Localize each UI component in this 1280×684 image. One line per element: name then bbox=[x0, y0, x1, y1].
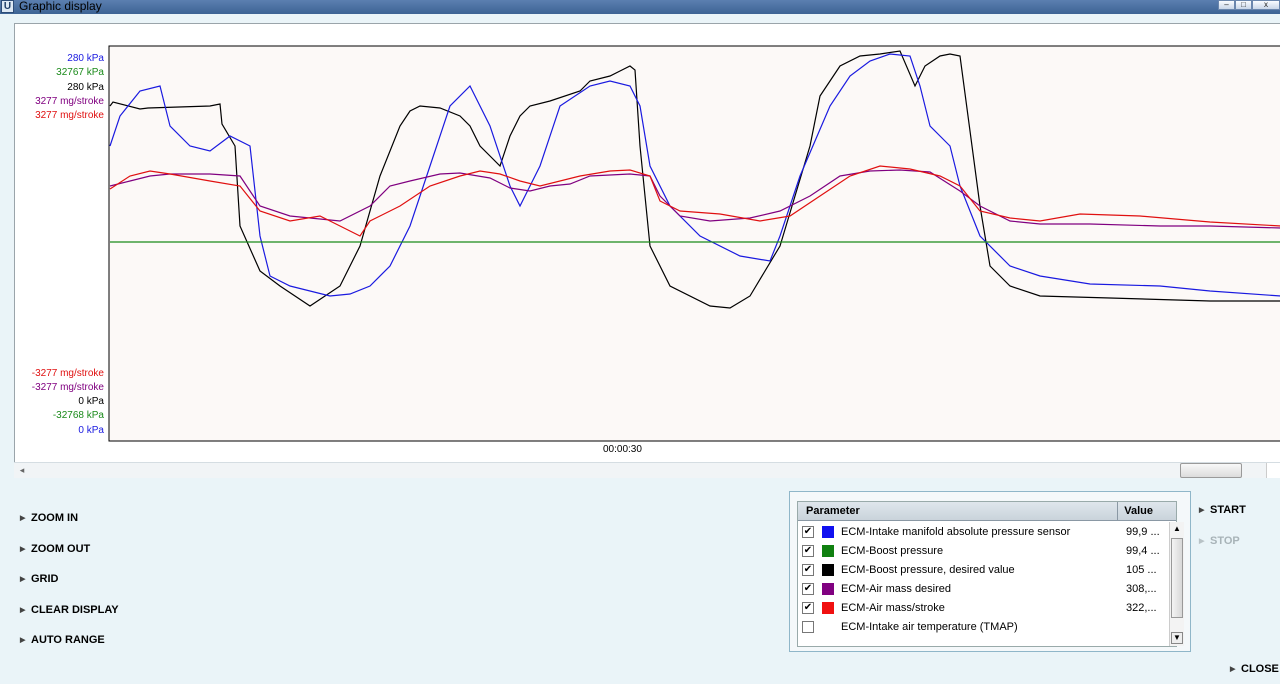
plot-frame bbox=[108, 45, 1280, 442]
y-label-top-2: 32767 kPa bbox=[56, 67, 104, 78]
parameter-table: Parameter Value ✔ ECM-Intake manifold ab… bbox=[797, 501, 1184, 647]
color-swatch bbox=[822, 601, 834, 614]
checkbox[interactable]: ✔ bbox=[802, 525, 814, 538]
scroll-thumb[interactable] bbox=[1171, 538, 1183, 618]
parameter-name: ECM-Boost pressure, desired value bbox=[841, 563, 1015, 576]
graph-panel: 280 kPa 32767 kPa 280 kPa 3277 mg/stroke… bbox=[14, 23, 1280, 463]
y-label-top-5: 3277 mg/stroke bbox=[35, 110, 104, 121]
auto-range-button[interactable]: ▶ AUTO RANGE bbox=[20, 634, 105, 646]
color-swatch bbox=[822, 544, 834, 557]
scroll-up-icon[interactable]: ▲ bbox=[1171, 524, 1183, 536]
stop-label: STOP bbox=[1210, 535, 1240, 547]
y-label-bottom-1: -3277 mg/stroke bbox=[31, 368, 104, 379]
parameter-name: ECM-Boost pressure bbox=[841, 544, 944, 557]
auto-range-label: AUTO RANGE bbox=[31, 634, 105, 646]
title-bar: U Graphic display – □ x bbox=[0, 0, 1280, 14]
checkbox[interactable] bbox=[802, 620, 814, 633]
grid-button[interactable]: ▶ GRID bbox=[20, 573, 59, 585]
parameter-row[interactable]: ECM-Intake air temperature (TMAP) bbox=[798, 617, 1170, 636]
plot-area bbox=[108, 45, 1280, 442]
close-button[interactable]: ▶ CLOSE bbox=[1230, 663, 1279, 675]
parameter-row[interactable]: ✔ ECM-Boost pressure, desired value 105 … bbox=[798, 560, 1170, 579]
header-value[interactable]: Value bbox=[1118, 502, 1176, 520]
arrow-right-icon: ▶ bbox=[1199, 507, 1205, 514]
color-swatch bbox=[822, 582, 834, 595]
parameter-value: 99,4 ... bbox=[1126, 544, 1160, 557]
parameter-panel: Parameter Value ✔ ECM-Intake manifold ab… bbox=[789, 491, 1191, 652]
vertical-scrollbar[interactable]: ▲ ▼ bbox=[1169, 522, 1184, 646]
color-swatch bbox=[822, 621, 834, 633]
scroll-right-icon[interactable] bbox=[1266, 463, 1280, 478]
stop-button[interactable]: ▶ STOP bbox=[1199, 535, 1240, 547]
clear-display-button[interactable]: ▶ CLEAR DISPLAY bbox=[20, 604, 119, 616]
y-label-top-3: 280 kPa bbox=[67, 82, 104, 93]
arrow-right-icon: ▶ bbox=[20, 515, 26, 522]
start-button[interactable]: ▶ START bbox=[1199, 504, 1246, 516]
parameter-name: ECM-Air mass/stroke bbox=[841, 601, 945, 614]
parameter-row[interactable]: ✔ ECM-Air mass desired 308,... bbox=[798, 579, 1170, 598]
zoom-in-label: ZOOM IN bbox=[31, 512, 79, 524]
arrow-right-icon: ▶ bbox=[20, 637, 26, 644]
parameter-name: ECM-Air mass desired bbox=[841, 582, 952, 595]
checkbox[interactable]: ✔ bbox=[802, 601, 814, 614]
window-title: Graphic display bbox=[19, 0, 102, 13]
start-label: START bbox=[1210, 504, 1246, 516]
arrow-right-icon: ▶ bbox=[20, 546, 26, 553]
app-icon: U bbox=[1, 0, 14, 13]
horizontal-scrollbar[interactable]: ◂ bbox=[14, 462, 1280, 478]
parameter-name: ECM-Intake air temperature (TMAP) bbox=[841, 620, 1018, 633]
scroll-left-icon[interactable]: ◂ bbox=[14, 463, 30, 478]
window-close-button[interactable]: x bbox=[1252, 0, 1280, 10]
clear-display-label: CLEAR DISPLAY bbox=[31, 604, 119, 616]
y-label-bottom-2: -3277 mg/stroke bbox=[31, 382, 104, 393]
arrow-right-icon: ▶ bbox=[20, 576, 26, 583]
time-axis-label: 00:00:30 bbox=[603, 444, 642, 455]
parameter-value: 105 ... bbox=[1126, 563, 1157, 576]
y-label-bottom-3: 0 kPa bbox=[78, 396, 104, 407]
scroll-thumb[interactable] bbox=[1180, 463, 1242, 478]
scroll-down-icon[interactable]: ▼ bbox=[1171, 632, 1183, 644]
parameter-row[interactable]: ✔ ECM-Intake manifold absolute pressure … bbox=[798, 522, 1170, 541]
checkbox[interactable]: ✔ bbox=[802, 563, 814, 576]
y-label-top-4: 3277 mg/stroke bbox=[35, 96, 104, 107]
zoom-in-button[interactable]: ▶ ZOOM IN bbox=[20, 512, 78, 524]
header-parameter[interactable]: Parameter bbox=[798, 502, 1119, 520]
maximize-button[interactable]: □ bbox=[1235, 0, 1252, 10]
color-swatch bbox=[822, 525, 834, 538]
y-label-bottom-5: 0 kPa bbox=[78, 425, 104, 436]
arrow-right-icon: ▶ bbox=[1230, 666, 1236, 673]
arrow-right-icon: ▶ bbox=[20, 607, 26, 614]
grid-label: GRID bbox=[31, 573, 59, 585]
window-controls: – □ x bbox=[1218, 0, 1280, 12]
y-label-bottom-4: -32768 kPa bbox=[52, 410, 104, 421]
parameter-name: ECM-Intake manifold absolute pressure se… bbox=[841, 525, 1071, 538]
zoom-out-button[interactable]: ▶ ZOOM OUT bbox=[20, 543, 90, 555]
close-label: CLOSE bbox=[1241, 663, 1279, 675]
parameter-value: 322,... bbox=[1126, 601, 1157, 614]
checkbox[interactable]: ✔ bbox=[802, 544, 814, 557]
y-label-top-1: 280 kPa bbox=[67, 53, 104, 64]
checkbox[interactable]: ✔ bbox=[802, 582, 814, 595]
parameter-value: 99,9 ... bbox=[1126, 525, 1160, 538]
color-swatch bbox=[822, 563, 834, 576]
parameter-row[interactable]: ✔ ECM-Boost pressure 99,4 ... bbox=[798, 541, 1170, 560]
minimize-button[interactable]: – bbox=[1218, 0, 1235, 10]
table-header: Parameter Value bbox=[798, 502, 1176, 521]
parameter-value: 308,... bbox=[1126, 582, 1157, 595]
parameter-row[interactable]: ✔ ECM-Air mass/stroke 322,... bbox=[798, 598, 1170, 617]
zoom-out-label: ZOOM OUT bbox=[31, 543, 91, 555]
arrow-right-icon: ▶ bbox=[1199, 538, 1205, 545]
